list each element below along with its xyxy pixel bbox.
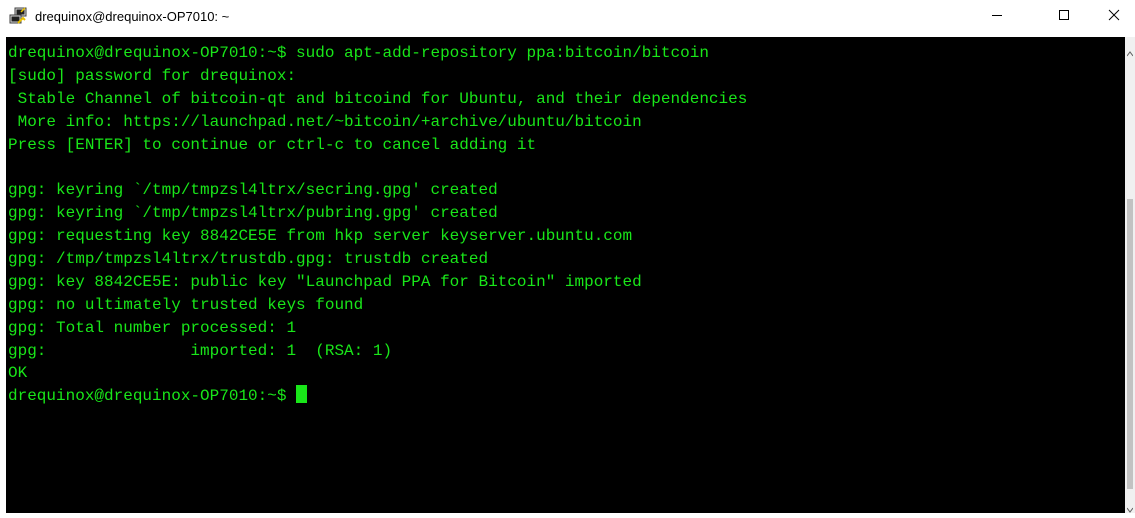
scroll-up-arrow-icon[interactable] <box>1126 44 1134 57</box>
terminal-line: More info: https://launchpad.net/~bitcoi… <box>8 112 642 131</box>
terminal-line: Press [ENTER] to continue or ctrl-c to c… <box>8 135 537 154</box>
terminal-line: gpg: imported: 1 (RSA: 1) <box>8 341 393 360</box>
terminal-line: gpg: keyring `/tmp/tmpzsl4ltrx/pubring.g… <box>8 204 498 223</box>
prompt-line[interactable]: drequinox@drequinox-OP7010:~$ <box>8 385 747 408</box>
maximize-button[interactable] <box>1041 0 1087 34</box>
terminal-line: gpg: key 8842CE5E: public key "Launchpad… <box>8 272 642 291</box>
terminal-line: [sudo] password for drequinox: <box>8 66 297 85</box>
minimize-button[interactable] <box>974 0 1020 34</box>
window-title: drequinox@drequinox-OP7010: ~ <box>35 9 230 24</box>
terminal-line: gpg: /tmp/tmpzsl4ltrx/trustdb.gpg: trust… <box>8 250 489 269</box>
terminal-line: gpg: keyring `/tmp/tmpzsl4ltrx/secring.g… <box>8 181 498 200</box>
terminal-line: drequinox@drequinox-OP7010:~$ sudo apt-a… <box>8 44 709 62</box>
text-cursor <box>296 385 308 404</box>
scrollbar-thumb[interactable] <box>1127 199 1133 489</box>
terminal-window: drequinox@drequinox-OP7010: ~ drequinox@… <box>0 0 1135 513</box>
terminal-line: gpg: requesting key 8842CE5E from hkp se… <box>8 227 633 246</box>
close-button[interactable] <box>1091 0 1135 34</box>
scroll-down-arrow-icon[interactable] <box>1126 500 1134 513</box>
minimize-icon <box>991 8 1003 26</box>
close-icon <box>1108 8 1120 26</box>
title-bar[interactable]: drequinox@drequinox-OP7010: ~ <box>0 0 1135 34</box>
terminal-line: gpg: Total number processed: 1 <box>8 318 297 337</box>
shell-prompt: drequinox@drequinox-OP7010:~$ <box>8 387 297 406</box>
terminal-line: Stable Channel of bitcoin-qt and bitcoin… <box>8 89 748 108</box>
terminal-line: OK <box>8 364 28 383</box>
terminal-output: drequinox@drequinox-OP7010:~$ sudo apt-a… <box>8 42 747 408</box>
maximize-icon <box>1058 8 1070 26</box>
terminal-screen[interactable]: drequinox@drequinox-OP7010:~$ sudo apt-a… <box>6 37 1125 513</box>
putty-icon[interactable] <box>9 7 28 26</box>
terminal-line: gpg: no ultimately trusted keys found <box>8 295 364 314</box>
